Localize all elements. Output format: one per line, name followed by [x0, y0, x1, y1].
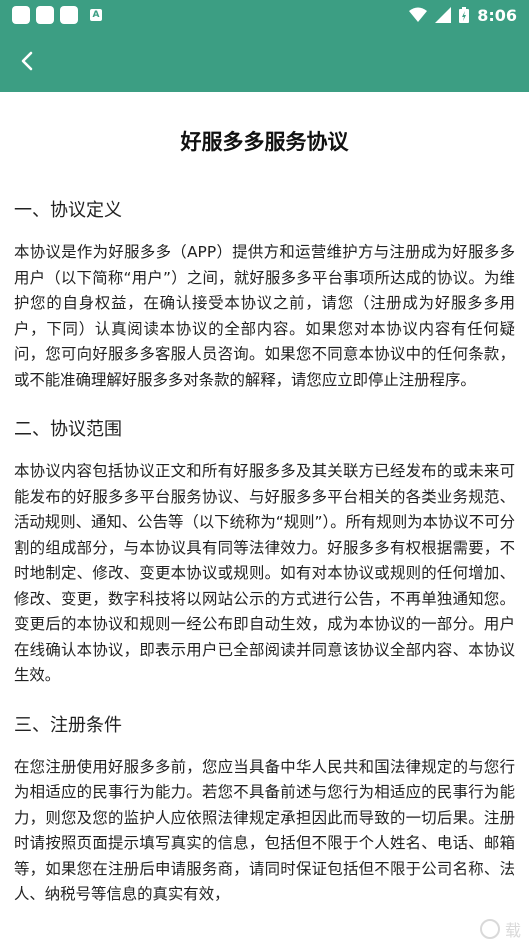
section-heading: 一、协议定义 — [14, 200, 122, 221]
section-body: 在您注册使用好服多多前，您应当具备中华人民共和国法律规定的与您行为相适应的民事行… — [14, 757, 515, 904]
section-heading: 二、协议范围 — [14, 419, 122, 440]
signal-icon — [435, 7, 452, 23]
section-body: 本协议是作为好服多多（APP）提供方和运营维护方与注册成为好服多多用户（以下简称… — [14, 243, 515, 389]
agreement-content[interactable]: 好服多多服务协议 一、协议定义 本协议是作为好服多多（APP）提供方和运营维护方… — [0, 126, 529, 908]
back-button[interactable] — [16, 49, 40, 73]
chevron-left-icon — [21, 51, 33, 71]
watermark-text: 载 — [504, 921, 521, 940]
notification-icon — [60, 6, 78, 24]
notification-letter-icon: A — [90, 9, 102, 21]
section-heading: 三、注册条件 — [14, 714, 122, 736]
app-bar — [0, 30, 529, 92]
notification-icon — [12, 6, 30, 24]
watermark: 载 — [479, 917, 521, 941]
section-body: 本协议内容包括协议正文和所有好服多多及其关联方已经发布的或未来可能发布的好服多多… — [14, 462, 515, 684]
status-bar: A 8:06 — [0, 0, 529, 30]
notification-icon — [36, 6, 54, 24]
status-notifications: A — [12, 6, 102, 24]
status-system: 8:06 — [409, 6, 517, 25]
battery-icon — [459, 7, 470, 23]
page-title: 好服多多服务协议 — [180, 130, 349, 154]
watermark-logo-icon — [479, 919, 500, 939]
status-time: 8:06 — [477, 5, 517, 25]
wifi-icon — [409, 7, 428, 22]
